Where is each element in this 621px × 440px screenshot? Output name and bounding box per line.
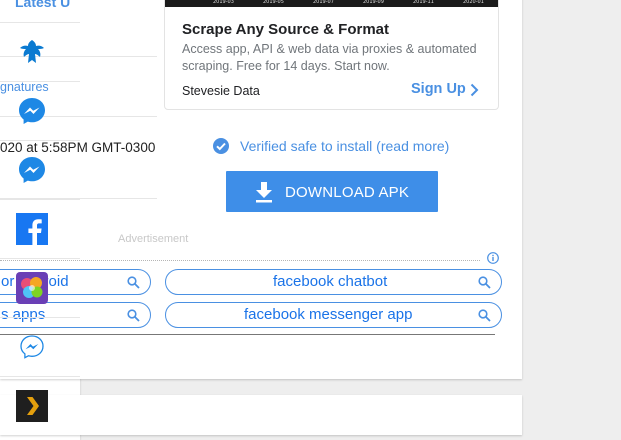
facebook-icon: [16, 213, 48, 245]
chevron-right-icon[interactable]: [470, 83, 479, 102]
related-search-label: facebook chatbot: [273, 273, 388, 290]
latest-updates-sidebar: Latest U: [0, 0, 80, 440]
sidebar-app-item[interactable]: [0, 81, 80, 141]
ad-chart-tick: 2019-05: [263, 0, 284, 5]
sidebar-app-item[interactable]: [0, 199, 80, 259]
sidebar-app-item[interactable]: [0, 22, 80, 82]
ad-chart-tick: 2019-03: [213, 0, 234, 5]
ad-chart-tick: 2019-07: [313, 0, 334, 5]
ad-chart-tick: 2020-01: [463, 0, 484, 5]
search-icon: [478, 276, 491, 294]
ad-title[interactable]: Scrape Any Source & Format: [182, 21, 389, 38]
sponsored-ad[interactable]: 2019-03 2019-05 2019-07 2019-09 2019-11 …: [164, 0, 499, 110]
ad-chart-tick: 2019-09: [363, 0, 384, 5]
sidebar-app-item[interactable]: [0, 140, 80, 200]
download-apk-label: DOWNLOAD APK: [285, 184, 410, 201]
sidebar-app-item[interactable]: [0, 317, 80, 377]
messenger-lite-icon: [16, 331, 48, 363]
search-icon: [127, 309, 140, 327]
related-search-button[interactable]: facebook chatbot: [165, 269, 502, 295]
download-icon: [254, 182, 274, 208]
advertisement-label: Advertisement: [118, 233, 189, 245]
sidebar-app-item[interactable]: [0, 258, 80, 318]
search-icon: [127, 276, 140, 294]
ad-advertiser: Stevesie Data: [182, 84, 260, 98]
checkmark-icon: [212, 137, 230, 160]
messenger-icon: [16, 95, 48, 127]
messenger-icon: [16, 154, 48, 186]
plex-icon: [16, 390, 48, 422]
ad-description: Access app, API & web data via proxies &…: [182, 42, 477, 73]
sidebar-app-item[interactable]: [0, 376, 80, 436]
related-search-button[interactable]: facebook messenger app: [165, 302, 502, 328]
verified-safe-link[interactable]: Verified safe to install (read more): [240, 138, 449, 154]
ad-signup-button[interactable]: Sign Up: [411, 81, 466, 97]
eagle-icon: [16, 36, 48, 68]
sidebar-title: Latest U: [15, 0, 71, 10]
search-icon: [478, 309, 491, 327]
ad-chart-tick: 2019-11: [413, 0, 434, 5]
related-search-label: facebook messenger app: [244, 306, 413, 323]
ad-info-icon[interactable]: [487, 251, 499, 269]
ad-banner-image: 2019-03 2019-05 2019-07 2019-09 2019-11 …: [165, 0, 498, 7]
brain-puzzle-icon: [16, 272, 48, 304]
download-apk-button[interactable]: DOWNLOAD APK: [226, 171, 438, 212]
